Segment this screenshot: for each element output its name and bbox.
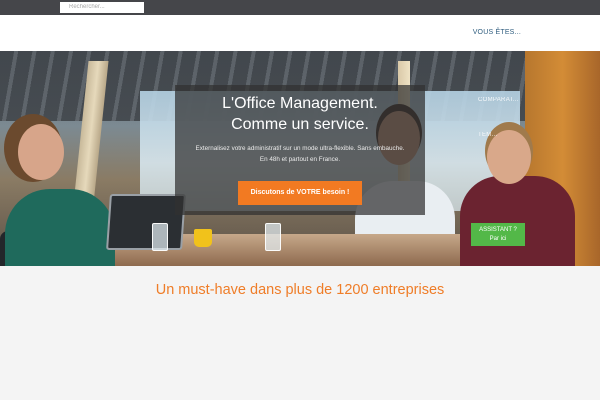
cta-discutons-button[interactable]: Discutons de VOTRE besoin ! <box>238 181 362 205</box>
hero-photo-person <box>487 130 531 184</box>
hero-photo-person <box>460 176 575 266</box>
section-tagline: Un must-have dans plus de 1200 entrepris… <box>155 282 445 298</box>
hero-overlay-box: L'Office Management. Comme un service. E… <box>175 85 425 215</box>
hero-photo-glass <box>265 223 281 251</box>
hero-title: L'Office Management. <box>222 95 378 112</box>
nav-vous-etes-menu[interactable]: VOUS ÊTES... <box>473 29 521 36</box>
side-tab-comparatif[interactable]: COMPARAT... <box>478 97 519 103</box>
hero-banner: L'Office Management. Comme un service. E… <box>0 51 600 266</box>
hero-description: Externalisez votre administratif sur un … <box>195 145 405 152</box>
hero-photo-glass <box>152 223 168 251</box>
search-input[interactable] <box>60 2 144 13</box>
side-tab-temoignages[interactable]: TEM... <box>478 132 497 138</box>
hero-photo-mug <box>194 229 212 247</box>
hero-photo-person <box>18 124 64 180</box>
top-bar <box>0 0 600 15</box>
hero-photo-person <box>5 189 115 266</box>
assistant-label: ASSISTANT ? <box>479 227 517 233</box>
hero-title: Comme un service. <box>231 116 369 133</box>
main-navbar: VOUS ÊTES... <box>0 15 600 51</box>
hero-description: En 48h et partout en France. <box>259 156 341 163</box>
hero-photo-laptop <box>106 194 186 250</box>
assistant-button[interactable]: ASSISTANT ? Par ici <box>471 223 525 246</box>
assistant-sublabel: Par ici <box>489 236 507 242</box>
